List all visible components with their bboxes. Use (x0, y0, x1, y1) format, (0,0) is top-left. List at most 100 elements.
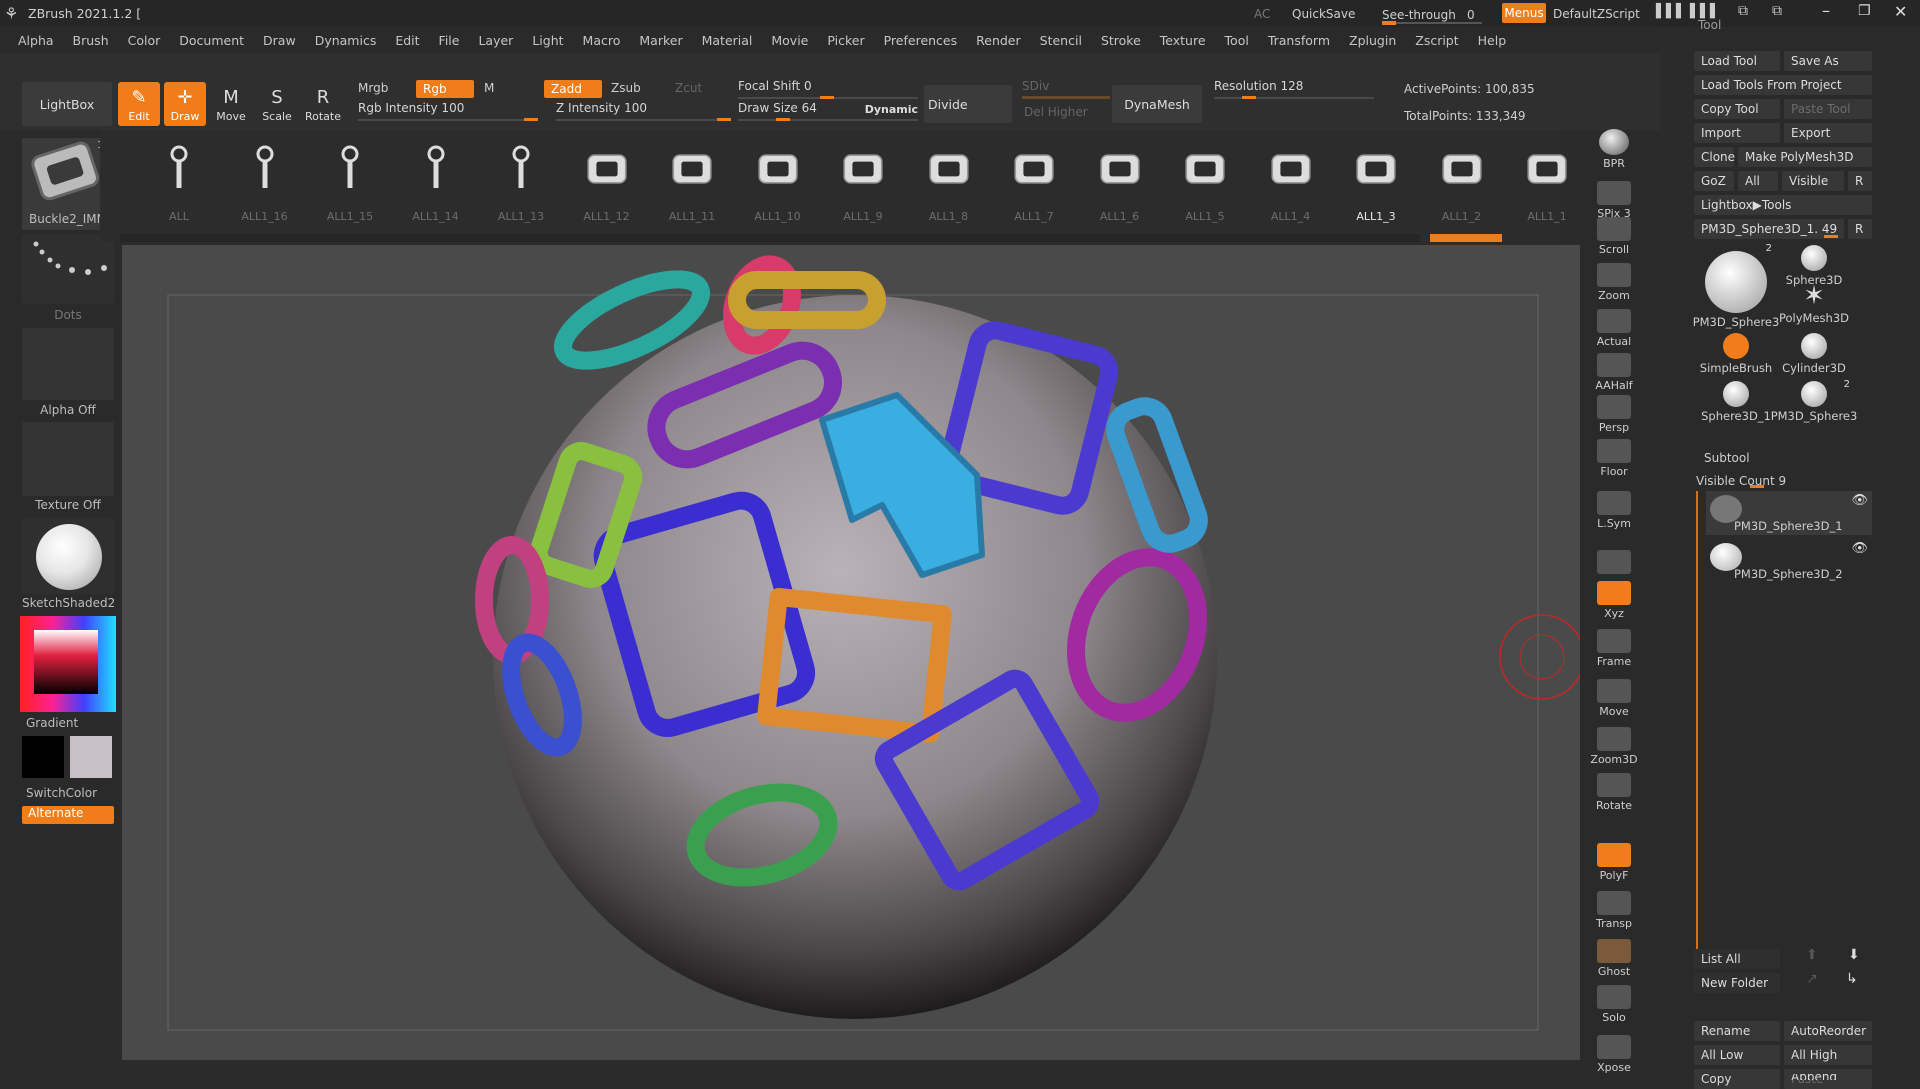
brush-slot-all1-15[interactable]: ALL1_15 (309, 130, 391, 230)
floor-button[interactable]: Floor (1590, 434, 1638, 478)
maximize-icon[interactable]: ❐ (1858, 3, 1871, 19)
zadd-toggle[interactable]: Zadd (544, 80, 602, 98)
brush-slot-all1-11[interactable]: ALL1_11 (651, 130, 733, 230)
lightbox-button[interactable]: LightBox (22, 82, 112, 126)
load-tools-from-project-button[interactable]: Load Tools From Project (1694, 75, 1872, 95)
menu-render[interactable]: Render (976, 33, 1021, 48)
menu-macro[interactable]: Macro (583, 33, 621, 48)
list-all-button[interactable]: List All (1694, 949, 1780, 969)
menu-file[interactable]: File (439, 33, 460, 48)
texture-thumb[interactable] (22, 422, 114, 496)
subtool-eye-icon-2[interactable]: 👁 (1851, 541, 1868, 556)
menu-preferences[interactable]: Preferences (884, 33, 958, 48)
resolution-slider[interactable]: Resolution 128 (1214, 79, 1374, 99)
move-down-arrow-icon[interactable]: ⬇ (1848, 947, 1860, 963)
tool-thumb-polymesh3d[interactable]: ✶ PolyMesh3D (1774, 281, 1854, 325)
menu-material[interactable]: Material (702, 33, 753, 48)
menu-movie[interactable]: Movie (771, 33, 808, 48)
all-high-button[interactable]: All High (1784, 1045, 1872, 1065)
goz-all-button[interactable]: All (1738, 171, 1778, 191)
import-button[interactable]: Import (1694, 123, 1780, 143)
window-icon-2[interactable]: ⧉ (1772, 3, 1782, 19)
layout-icon-1[interactable]: ▌▌▌ (1656, 4, 1686, 19)
goz-visible-button[interactable]: Visible (1782, 171, 1844, 191)
bpr-sphere-button[interactable]: BPR (1590, 126, 1638, 170)
mrgb-toggle[interactable]: Mrgb (358, 81, 388, 95)
menus-button[interactable]: Menus (1502, 3, 1546, 23)
tool-thumb-sphere3d-1[interactable]: Sphere3D_1 (1696, 379, 1776, 423)
zsub-toggle[interactable]: Zsub (611, 81, 641, 95)
folder-return-icon[interactable]: ↳ (1846, 971, 1858, 987)
menu-zplugin[interactable]: Zplugin (1349, 33, 1396, 48)
brush-slot-all1-3[interactable]: ALL1_3 (1335, 130, 1417, 230)
tool-thumb-pm3d-sphere3[interactable]: PM3D_Sphere3 2 (1693, 243, 1780, 329)
solo-button[interactable]: Solo (1590, 980, 1638, 1024)
current-tool-slider[interactable]: PM3D_Sphere3D_1. 49 (1694, 219, 1844, 239)
autoreorder-button[interactable]: AutoReorder (1784, 1021, 1872, 1041)
brush-slot-all1-13[interactable]: ALL1_13 (480, 130, 562, 230)
menu-dynamics[interactable]: Dynamics (315, 33, 377, 48)
lightbox-tools-button[interactable]: Lightbox▶Tools (1694, 195, 1872, 215)
menu-alpha[interactable]: Alpha (18, 33, 54, 48)
canvas-viewport[interactable] (122, 245, 1585, 1060)
brush-slot-all1-16[interactable]: ALL1_16 (224, 130, 306, 230)
brush-slot-all1-4[interactable]: ALL1_4 (1250, 130, 1332, 230)
menu-color[interactable]: Color (128, 33, 161, 48)
menu-edit[interactable]: Edit (395, 33, 419, 48)
menu-brush[interactable]: Brush (73, 33, 109, 48)
color-picker-square[interactable] (34, 630, 98, 694)
switchcolor-button[interactable]: SwitchColor (26, 786, 118, 800)
brush-slot-all1-12[interactable]: ALL1_12 (566, 130, 648, 230)
transp-button[interactable]: Transp (1590, 886, 1638, 930)
goz-r-button[interactable]: R (1848, 171, 1872, 191)
focal-shift-slider[interactable]: Focal Shift 0 (738, 79, 918, 99)
load-tool-button[interactable]: Load Tool (1694, 51, 1780, 71)
scroll-button[interactable]: Scroll (1590, 212, 1638, 256)
tool-thumb-pm3d-sphere3[interactable]: PM3D_Sphere3 2 (1771, 379, 1858, 423)
secondary-color-swatch[interactable] (70, 736, 112, 778)
alpha-thumb[interactable] (22, 328, 114, 400)
zcut-toggle[interactable]: Zcut (675, 81, 702, 95)
brush-slot-all1-9[interactable]: ALL1_9 (822, 130, 904, 230)
menu-texture[interactable]: Texture (1160, 33, 1206, 48)
del-higher-button[interactable]: Del Higher (1024, 105, 1088, 119)
menu-picker[interactable]: Picker (827, 33, 864, 48)
current-tool-r-button[interactable]: R (1848, 219, 1872, 239)
menu-zscript[interactable]: Zscript (1415, 33, 1458, 48)
draw-button[interactable]: ✛ Draw (164, 82, 206, 126)
brush-slot-all1-7[interactable]: ALL1_7 (993, 130, 1075, 230)
all-low-button[interactable]: All Low (1694, 1045, 1780, 1065)
xyz-button[interactable]: Xyz (1590, 576, 1638, 620)
rgb-intensity-slider[interactable]: Rgb Intensity 100 (358, 101, 538, 121)
gradient-label[interactable]: Gradient (26, 716, 118, 730)
lsym-button[interactable]: L.Sym (1590, 486, 1638, 530)
copy-tool-button[interactable]: Copy Tool (1694, 99, 1780, 119)
append-button[interactable]: Append (1784, 1074, 1872, 1080)
menu-draw[interactable]: Draw (263, 33, 296, 48)
actual-button[interactable]: Actual (1590, 304, 1638, 348)
brush-slot-all1-6[interactable]: ALL1_6 (1079, 130, 1161, 230)
divide-button[interactable]: Divide (924, 85, 1012, 123)
export-button[interactable]: Export (1784, 123, 1872, 143)
quicksave-button[interactable]: QuickSave (1292, 7, 1355, 21)
subtool-header[interactable]: Subtool (1704, 451, 1750, 465)
brush-slot-all1-8[interactable]: ALL1_8 (908, 130, 990, 230)
rotate-button[interactable]: Rotate (1590, 768, 1638, 812)
paste-tool-button[interactable]: Paste Tool (1784, 99, 1872, 119)
close-icon[interactable]: ✕ (1894, 2, 1907, 21)
brush-slot-all1-5[interactable]: ALL1_5 (1164, 130, 1246, 230)
menu-document[interactable]: Document (179, 33, 244, 48)
subtool-eye-icon-1[interactable]: 👁 (1851, 493, 1868, 508)
goz-button[interactable]: GoZ (1694, 171, 1734, 191)
brush-slot-all[interactable]: ALL (138, 130, 220, 230)
window-icon[interactable]: ⧉ (1738, 3, 1748, 19)
zoom3d-button[interactable]: Zoom3D (1590, 722, 1638, 766)
ghost-button[interactable]: Ghost (1590, 934, 1638, 978)
subtool-row-2[interactable]: 👁 PM3D_Sphere3D_2 (1706, 539, 1872, 583)
sdiv-slider[interactable]: SDiv (1022, 79, 1110, 99)
menu-marker[interactable]: Marker (639, 33, 682, 48)
xpose-button[interactable]: Xpose (1590, 1030, 1638, 1074)
tool-thumb-cylinder3d[interactable]: Cylinder3D (1774, 331, 1854, 375)
persp-button[interactable]: Persp (1590, 390, 1638, 434)
new-folder-button[interactable]: New Folder (1694, 973, 1780, 993)
